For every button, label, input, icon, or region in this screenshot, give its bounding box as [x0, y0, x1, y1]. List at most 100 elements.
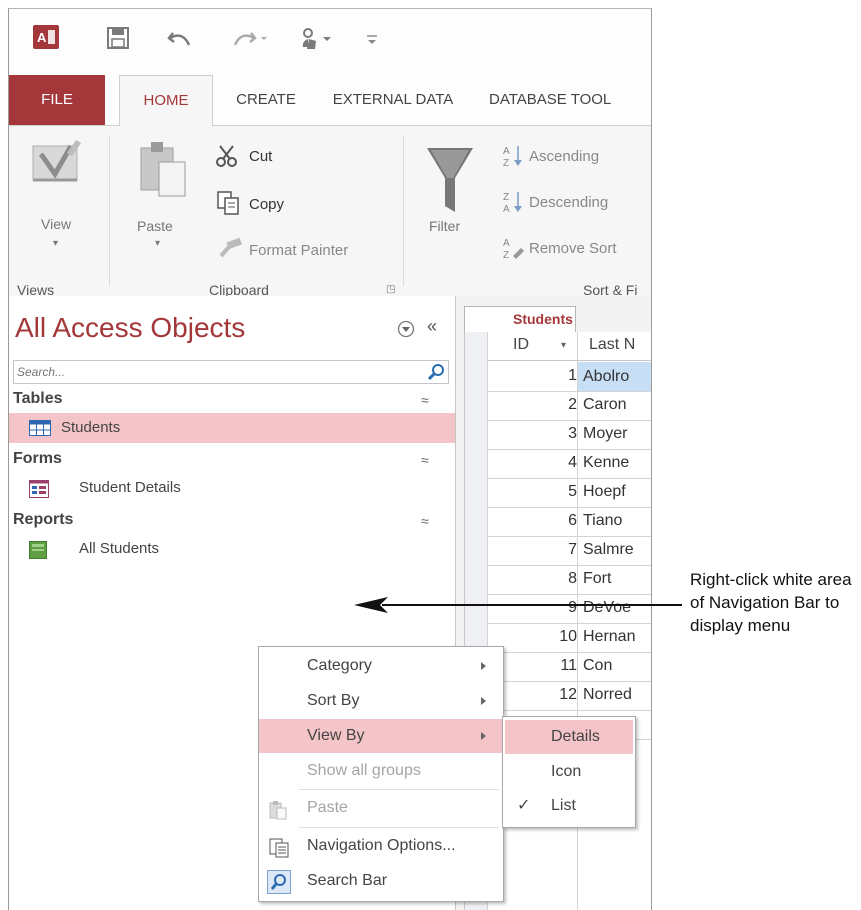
nav-pane-context-menu: Category Sort By View By Show all groups…	[258, 646, 504, 902]
submenu-item-label: Details	[551, 728, 600, 745]
cell-id[interactable]: 4	[487, 454, 577, 472]
cell-id[interactable]: 1	[487, 367, 577, 385]
copy-icon[interactable]	[216, 190, 240, 221]
redo-icon[interactable]	[231, 27, 271, 54]
format-painter-icon[interactable]	[217, 237, 243, 265]
menu-item-navigation-options[interactable]: Navigation Options...	[259, 829, 503, 863]
nav-item-all-students-report[interactable]: All Students	[9, 534, 455, 564]
collapse-tables-icon[interactable]: ≈	[421, 392, 429, 408]
header-divider	[487, 360, 651, 361]
paste-button[interactable]: Paste	[137, 218, 173, 234]
shutter-bar-close-icon[interactable]: «	[427, 316, 437, 337]
search-input[interactable]	[17, 363, 417, 381]
menu-item-view-by[interactable]: View By	[259, 719, 503, 753]
cell-last-name[interactable]: Abolro	[578, 362, 651, 391]
tab-file[interactable]: FILE	[9, 75, 105, 125]
cell-id[interactable]: 10	[487, 628, 577, 646]
paste-dropdown-arrow[interactable]: ▾	[155, 238, 160, 249]
nav-search-box[interactable]	[13, 360, 449, 384]
filter-button[interactable]: Filter	[429, 218, 460, 234]
cell-last-name[interactable]: Con	[583, 657, 612, 675]
table-row[interactable]: 5 Hoepf	[487, 478, 651, 508]
cell-last-name[interactable]: Moyer	[583, 425, 627, 443]
table-row[interactable]: 12 Norred	[487, 681, 651, 711]
view-icon[interactable]	[31, 139, 87, 197]
table-row[interactable]: 6 Tiano	[487, 507, 651, 537]
cell-last-name[interactable]: Fort	[583, 570, 611, 588]
nav-menu-dropdown-icon[interactable]	[397, 320, 415, 343]
menu-item-show-all-groups[interactable]: Show all groups	[259, 754, 503, 788]
remove-sort-icon[interactable]: AZ	[503, 236, 525, 265]
view-dropdown-arrow[interactable]: ▾	[53, 238, 58, 249]
submenu-item-list[interactable]: ✓ List	[503, 789, 635, 823]
nav-item-students-table[interactable]: Students	[9, 413, 455, 443]
nav-pane-title[interactable]: All Access Objects	[15, 312, 245, 344]
menu-item-sort-by[interactable]: Sort By	[259, 684, 503, 718]
cell-id[interactable]: 2	[487, 396, 577, 414]
section-reports[interactable]: Reports	[13, 511, 73, 529]
remove-sort-button[interactable]: Remove Sort	[529, 240, 617, 257]
tab-home[interactable]: HOME	[119, 75, 213, 127]
cell-last-name[interactable]: Hernan	[583, 628, 635, 646]
sort-descending-button[interactable]: Descending	[529, 194, 608, 211]
cell-id[interactable]: 8	[487, 570, 577, 588]
table-row[interactable]: 8 Fort	[487, 565, 651, 595]
menu-item-paste[interactable]: Paste	[259, 791, 503, 825]
cell-last-name[interactable]: Salmre	[583, 541, 634, 559]
collapse-reports-icon[interactable]: ≈	[421, 513, 429, 529]
customize-qat-icon[interactable]	[365, 27, 379, 54]
filter-icon[interactable]	[427, 148, 473, 219]
submenu-item-details[interactable]: Details	[505, 720, 633, 754]
submenu-arrow-icon	[481, 662, 486, 670]
collapse-forms-icon[interactable]: ≈	[421, 452, 429, 468]
cell-id[interactable]: 6	[487, 512, 577, 530]
table-row[interactable]: 7 Salmre	[487, 536, 651, 566]
sort-descending-icon[interactable]: ZA	[503, 190, 525, 219]
submenu-arrow-icon	[481, 732, 486, 740]
document-tab-students[interactable]: Students	[464, 306, 576, 333]
undo-icon[interactable]	[167, 27, 193, 54]
table-row[interactable]: 10 Hernan	[487, 623, 651, 653]
submenu-item-label: Icon	[551, 763, 582, 780]
cell-last-name[interactable]: Caron	[583, 396, 627, 414]
table-row[interactable]: 1 Abolro	[487, 362, 651, 392]
section-tables[interactable]: Tables	[13, 390, 63, 408]
cut-button[interactable]: Cut	[249, 148, 272, 165]
cell-last-name[interactable]: Tiano	[583, 512, 622, 530]
cell-last-name[interactable]: Kenne	[583, 454, 629, 472]
cell-id[interactable]: 5	[487, 483, 577, 501]
cell-id[interactable]: 3	[487, 425, 577, 443]
cell-last-name[interactable]: Norred	[583, 686, 632, 704]
view-button[interactable]: View	[41, 216, 71, 232]
table-row[interactable]: 11 Con	[487, 652, 651, 682]
dialog-launcher-icon[interactable]: ◳	[386, 284, 395, 295]
table-row[interactable]: 2 Caron	[487, 391, 651, 421]
column-dropdown-arrow[interactable]: ▾	[561, 340, 566, 351]
menu-item-category[interactable]: Category	[259, 649, 503, 683]
touch-mode-icon[interactable]	[299, 27, 343, 56]
submenu-item-icon[interactable]: Icon	[503, 755, 635, 789]
table-row[interactable]: 3 Moyer	[487, 420, 651, 450]
paste-icon[interactable]	[137, 140, 189, 205]
submenu-arrow-icon	[481, 697, 486, 705]
group-separator	[109, 136, 110, 286]
cell-last-name[interactable]: Hoepf	[583, 483, 626, 501]
menu-item-search-bar[interactable]: Search Bar	[259, 864, 503, 898]
tab-create[interactable]: CREATE	[223, 75, 309, 125]
menu-separator	[299, 789, 499, 790]
tab-external-data[interactable]: EXTERNAL DATA	[313, 75, 473, 125]
copy-button[interactable]: Copy	[249, 196, 284, 213]
table-row[interactable]: 4 Kenne	[487, 449, 651, 479]
submenu-item-label: List	[551, 797, 576, 814]
cell-id[interactable]: 7	[487, 541, 577, 559]
sort-ascending-icon[interactable]: AZ	[503, 144, 525, 173]
table-icon	[29, 420, 51, 441]
sort-ascending-button[interactable]: Ascending	[529, 148, 599, 165]
save-icon[interactable]	[107, 27, 129, 54]
format-painter-button[interactable]: Format Painter	[249, 242, 348, 259]
search-icon[interactable]	[427, 363, 446, 386]
cut-icon[interactable]	[215, 144, 239, 173]
section-forms[interactable]: Forms	[13, 450, 62, 468]
nav-item-student-details-form[interactable]: Student Details	[9, 473, 455, 503]
tab-database-tools[interactable]: DATABASE TOOL	[489, 75, 651, 125]
